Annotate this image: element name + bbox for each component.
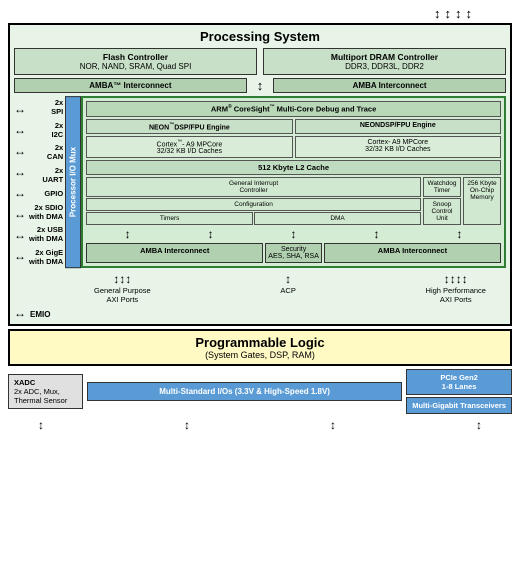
pl-subtitle: (System Gates, DSP, RAM) bbox=[14, 350, 506, 360]
bottom-arrows: ↕ ↕ ↕ ↕ bbox=[8, 416, 512, 434]
ps-title: Processing System bbox=[14, 29, 506, 44]
emio-row: ↔ EMIO bbox=[14, 306, 506, 320]
xadc-box: XADC 2x ADC, Mux,Thermal Sensor bbox=[8, 374, 83, 409]
amba-bottom-row: AMBA Interconnect SecurityAES, SHA, RSA … bbox=[86, 243, 501, 263]
watchdog-snoop-col: WatchdogTimer SnoopControlUnit bbox=[423, 177, 461, 225]
io-can: 2xCAN bbox=[29, 143, 63, 161]
watchdog-box: WatchdogTimer bbox=[423, 177, 461, 197]
core-down-arrows: ↕ ↕ ↕ ↕ ↕ bbox=[86, 227, 501, 241]
bottom-arrow-3: ↕ bbox=[330, 418, 336, 432]
acp-port: ↕ ACP bbox=[280, 272, 295, 304]
io-items-list: 2xSPI 2xI2C 2xCAN 2xUART GPIO 2x SDIOwit… bbox=[27, 96, 65, 268]
flash-controller-box: Flash Controller NOR, NAND, SRAM, Quad S… bbox=[14, 48, 257, 75]
io-gige: 2x GigEwith DMA bbox=[29, 248, 63, 266]
processing-system-block: Processing System Flash Controller NOR, … bbox=[8, 23, 512, 326]
io-gpio: GPIO bbox=[29, 189, 63, 198]
coresight-box: ARM® CoreSight™ Multi-Core Debug and Tra… bbox=[86, 101, 501, 117]
side-arrow-1: ↔ bbox=[14, 103, 26, 115]
top-arrow-3: ↕ bbox=[455, 6, 462, 21]
general-interrupt-box: General InterruptController bbox=[86, 177, 421, 197]
cortex-left: Cortex™- A9 MPCore32/32 KB I/D Caches bbox=[86, 136, 292, 158]
io-mux-label: Processor I/O Mux bbox=[65, 96, 81, 268]
bottom-section: XADC 2x ADC, Mux,Thermal Sensor Multi-St… bbox=[8, 369, 512, 414]
mem256-box: 256 KbyteOn-ChipMemory bbox=[463, 177, 501, 225]
pl-title: Programmable Logic bbox=[14, 335, 506, 350]
io-bar-box: Multi-Standard I/Os (3.3V & High-Speed 1… bbox=[87, 382, 402, 401]
bottom-arrow-4: ↕ bbox=[476, 418, 482, 432]
amba-bottom-left: AMBA Interconnect bbox=[86, 243, 263, 263]
neon-left: NEON™DSP/FPU Engine bbox=[86, 119, 292, 134]
main-wrapper: ↕ ↕ ↕ ↕ Processing System Flash Controll… bbox=[0, 0, 520, 574]
top-arrow-4: ↕ bbox=[466, 6, 473, 21]
high-perf-axi-port: ↕↕↕↕ High PerformanceAXI Ports bbox=[426, 272, 486, 304]
io-uart: 2xUART bbox=[29, 166, 63, 184]
dram-controller-subtitle: DDR3, DDR3L, DDR2 bbox=[268, 62, 501, 71]
neon-row: NEON™DSP/FPU Engine NEONDSP/FPU Engine bbox=[86, 119, 501, 134]
configuration-box: Configuration bbox=[86, 198, 421, 211]
core-bottom-row: General InterruptController Configuratio… bbox=[86, 177, 501, 225]
l2-cache-box: 512 Kbyte L2 Cache bbox=[86, 160, 501, 175]
dram-controller-box: Multiport DRAM Controller DDR3, DDR3L, D… bbox=[263, 48, 506, 75]
programmable-logic-section: Programmable Logic (System Gates, DSP, R… bbox=[8, 329, 512, 366]
ctrl-stack-left: General InterruptController Configuratio… bbox=[86, 177, 421, 225]
security-box: SecurityAES, SHA, RSA bbox=[265, 243, 322, 263]
side-arrow-4: ↔ bbox=[14, 166, 26, 178]
multi-gigabit-box: Multi-Gigabit Transceivers bbox=[406, 397, 512, 414]
io-i2c: 2xI2C bbox=[29, 121, 63, 139]
amba-top-left: AMBA™ Interconnect bbox=[14, 78, 247, 93]
top-controllers-row: Flash Controller NOR, NAND, SRAM, Quad S… bbox=[14, 48, 506, 75]
right-bottom-col: PCIe Gen21-8 Lanes Multi-Gigabit Transce… bbox=[406, 369, 512, 414]
core-block: ARM® CoreSight™ Multi-Core Debug and Tra… bbox=[81, 96, 506, 268]
top-arrow-1: ↕ bbox=[434, 6, 441, 21]
side-arrows-left: ↔ ↔ ↔ ↔ ↔ ↔ ↔ ↔ bbox=[14, 96, 26, 268]
cortex-right: Cortex- A9 MPCore32/32 KB I/D Caches bbox=[295, 136, 501, 158]
amba-bottom-right: AMBA Interconnect bbox=[324, 243, 501, 263]
cortex-row: Cortex™- A9 MPCore32/32 KB I/D Caches Co… bbox=[86, 136, 501, 158]
top-arrow-2: ↕ bbox=[445, 6, 452, 21]
emio-arrow: ↔ bbox=[14, 306, 26, 320]
side-arrow-6: ↔ bbox=[14, 208, 26, 220]
ports-row: ↕↕↕ General PurposeAXI Ports ↕ ACP ↕↕↕↕ … bbox=[14, 270, 506, 304]
timers-dma-row: Timers DMA bbox=[86, 212, 421, 225]
dram-controller-title: Multiport DRAM Controller bbox=[268, 52, 501, 62]
left-sidebar: ↔ ↔ ↔ ↔ ↔ ↔ ↔ ↔ 2xSPI 2xI2C 2xCAN 2xUART… bbox=[14, 96, 81, 268]
general-axi-port: ↕↕↕ General PurposeAXI Ports bbox=[94, 272, 151, 304]
io-spi: 2xSPI bbox=[29, 98, 63, 116]
flash-controller-subtitle: NOR, NAND, SRAM, Quad SPI bbox=[19, 62, 252, 71]
ps-inner-row: ↔ ↔ ↔ ↔ ↔ ↔ ↔ ↔ 2xSPI 2xI2C 2xCAN 2xUART… bbox=[14, 96, 506, 268]
bottom-arrow-2: ↕ bbox=[184, 418, 190, 432]
side-arrow-5: ↔ bbox=[14, 187, 26, 199]
bottom-arrow-1: ↕ bbox=[38, 418, 44, 432]
pcie-box: PCIe Gen21-8 Lanes bbox=[406, 369, 512, 395]
snoop-box: SnoopControlUnit bbox=[423, 198, 461, 225]
side-arrow-7: ↔ bbox=[14, 229, 26, 241]
side-arrow-3: ↔ bbox=[14, 145, 26, 157]
amba-arrows: ↕ bbox=[253, 78, 268, 93]
io-usb: 2x USBwith DMA bbox=[29, 225, 63, 243]
dma-box: DMA bbox=[254, 212, 421, 225]
timers-box: Timers bbox=[86, 212, 253, 225]
top-arrows-area: ↕ ↕ ↕ ↕ bbox=[8, 6, 512, 23]
amba-top-right: AMBA Interconnect bbox=[273, 78, 506, 93]
side-arrow-2: ↔ bbox=[14, 124, 26, 136]
io-sdio: 2x SDIOwith DMA bbox=[29, 203, 63, 221]
flash-controller-title: Flash Controller bbox=[19, 52, 252, 62]
side-arrow-8: ↔ bbox=[14, 250, 26, 262]
emio-label: EMIO bbox=[30, 310, 50, 319]
neon-right: NEONDSP/FPU Engine bbox=[295, 119, 501, 134]
amba-outer-row: AMBA™ Interconnect ↕ AMBA Interconnect bbox=[14, 78, 506, 93]
